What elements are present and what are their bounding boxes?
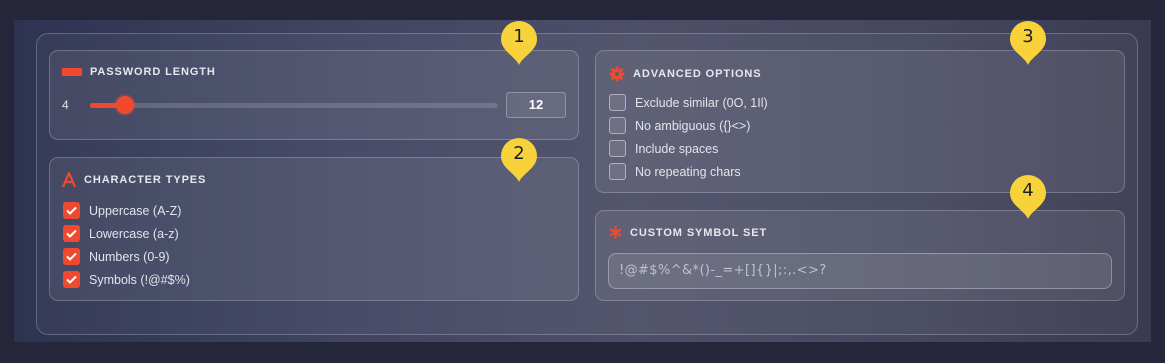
advanced-options-list: Exclude similar (0O, 1Il) No ambiguous (… <box>609 91 768 183</box>
callout-badge-3: 3 <box>1009 20 1047 66</box>
length-bar-icon <box>62 68 82 76</box>
custom-symbols-input[interactable]: !@#$%^&*()-_=+[]{}|;:,.<>? <box>608 253 1112 289</box>
checkbox-box[interactable] <box>609 117 626 134</box>
gear-icon <box>609 66 625 82</box>
character-types-list: Uppercase (A-Z) Lowercase (a-z) Numbers … <box>63 199 190 291</box>
checkbox-lowercase[interactable]: Lowercase (a-z) <box>63 222 190 245</box>
advanced-options-header: ADVANCED OPTIONS <box>609 66 761 82</box>
checkbox-exclude-similar[interactable]: Exclude similar (0O, 1Il) <box>609 91 768 114</box>
advanced-options-title: ADVANCED OPTIONS <box>633 68 762 80</box>
callout-number: 2 <box>513 143 525 164</box>
checkbox-no-ambiguous[interactable]: No ambiguous ({}<>) <box>609 114 768 137</box>
checkbox-label: Uppercase (A-Z) <box>89 203 182 218</box>
checkbox-no-repeating[interactable]: No repeating chars <box>609 160 768 183</box>
checkbox-numbers[interactable]: Numbers (0-9) <box>63 245 190 268</box>
custom-symbols-title: CUSTOM SYMBOL SET <box>630 226 768 239</box>
checkbox-label: Include spaces <box>635 141 719 156</box>
checkbox-label: Exclude similar (0O, 1Il) <box>635 95 768 110</box>
character-types-title: CHARACTER TYPES <box>84 174 207 186</box>
checkbox-label: No ambiguous ({}<>) <box>635 118 751 133</box>
callout-number: 4 <box>1022 180 1034 201</box>
check-icon[interactable] <box>63 225 80 242</box>
password-length-title: PASSWORD LENGTH <box>90 66 216 78</box>
checkbox-label: Symbols (!@#$%) <box>89 272 190 287</box>
checkbox-box[interactable] <box>609 140 626 157</box>
callout-number: 1 <box>513 26 525 47</box>
advanced-options-panel: ADVANCED OPTIONS Exclude similar (0O, 1I… <box>595 50 1125 193</box>
custom-symbols-panel: CUSTOM SYMBOL SET !@#$%^&*()-_=+[]{}|;:,… <box>595 210 1125 301</box>
callout-badge-2: 2 <box>500 137 538 183</box>
checkbox-uppercase[interactable]: Uppercase (A-Z) <box>63 199 190 222</box>
checkbox-box[interactable] <box>609 163 626 180</box>
checkbox-label: Numbers (0-9) <box>89 249 170 264</box>
checkbox-label: No repeating chars <box>635 164 741 179</box>
callout-badge-1: 1 <box>500 20 538 66</box>
check-icon[interactable] <box>63 248 80 265</box>
password-length-header: PASSWORD LENGTH <box>62 66 216 78</box>
checkbox-symbols[interactable]: Symbols (!@#$%) <box>63 268 190 291</box>
character-types-header: CHARACTER TYPES <box>62 172 206 188</box>
length-slider[interactable] <box>90 96 498 114</box>
length-number-input[interactable]: 12 <box>506 92 566 118</box>
check-icon[interactable] <box>63 271 80 288</box>
checkbox-box[interactable] <box>609 94 626 111</box>
asterisk-icon <box>609 226 622 239</box>
length-slider-thumb[interactable] <box>116 96 134 114</box>
checkbox-include-spaces[interactable]: Include spaces <box>609 137 768 160</box>
checkbox-label: Lowercase (a-z) <box>89 226 179 241</box>
font-a-icon <box>62 172 76 188</box>
callout-number: 3 <box>1022 26 1034 47</box>
check-icon[interactable] <box>63 202 80 219</box>
length-min-label: 4 <box>62 98 69 112</box>
custom-symbols-header: CUSTOM SYMBOL SET <box>609 226 767 239</box>
callout-badge-4: 4 <box>1009 174 1047 220</box>
